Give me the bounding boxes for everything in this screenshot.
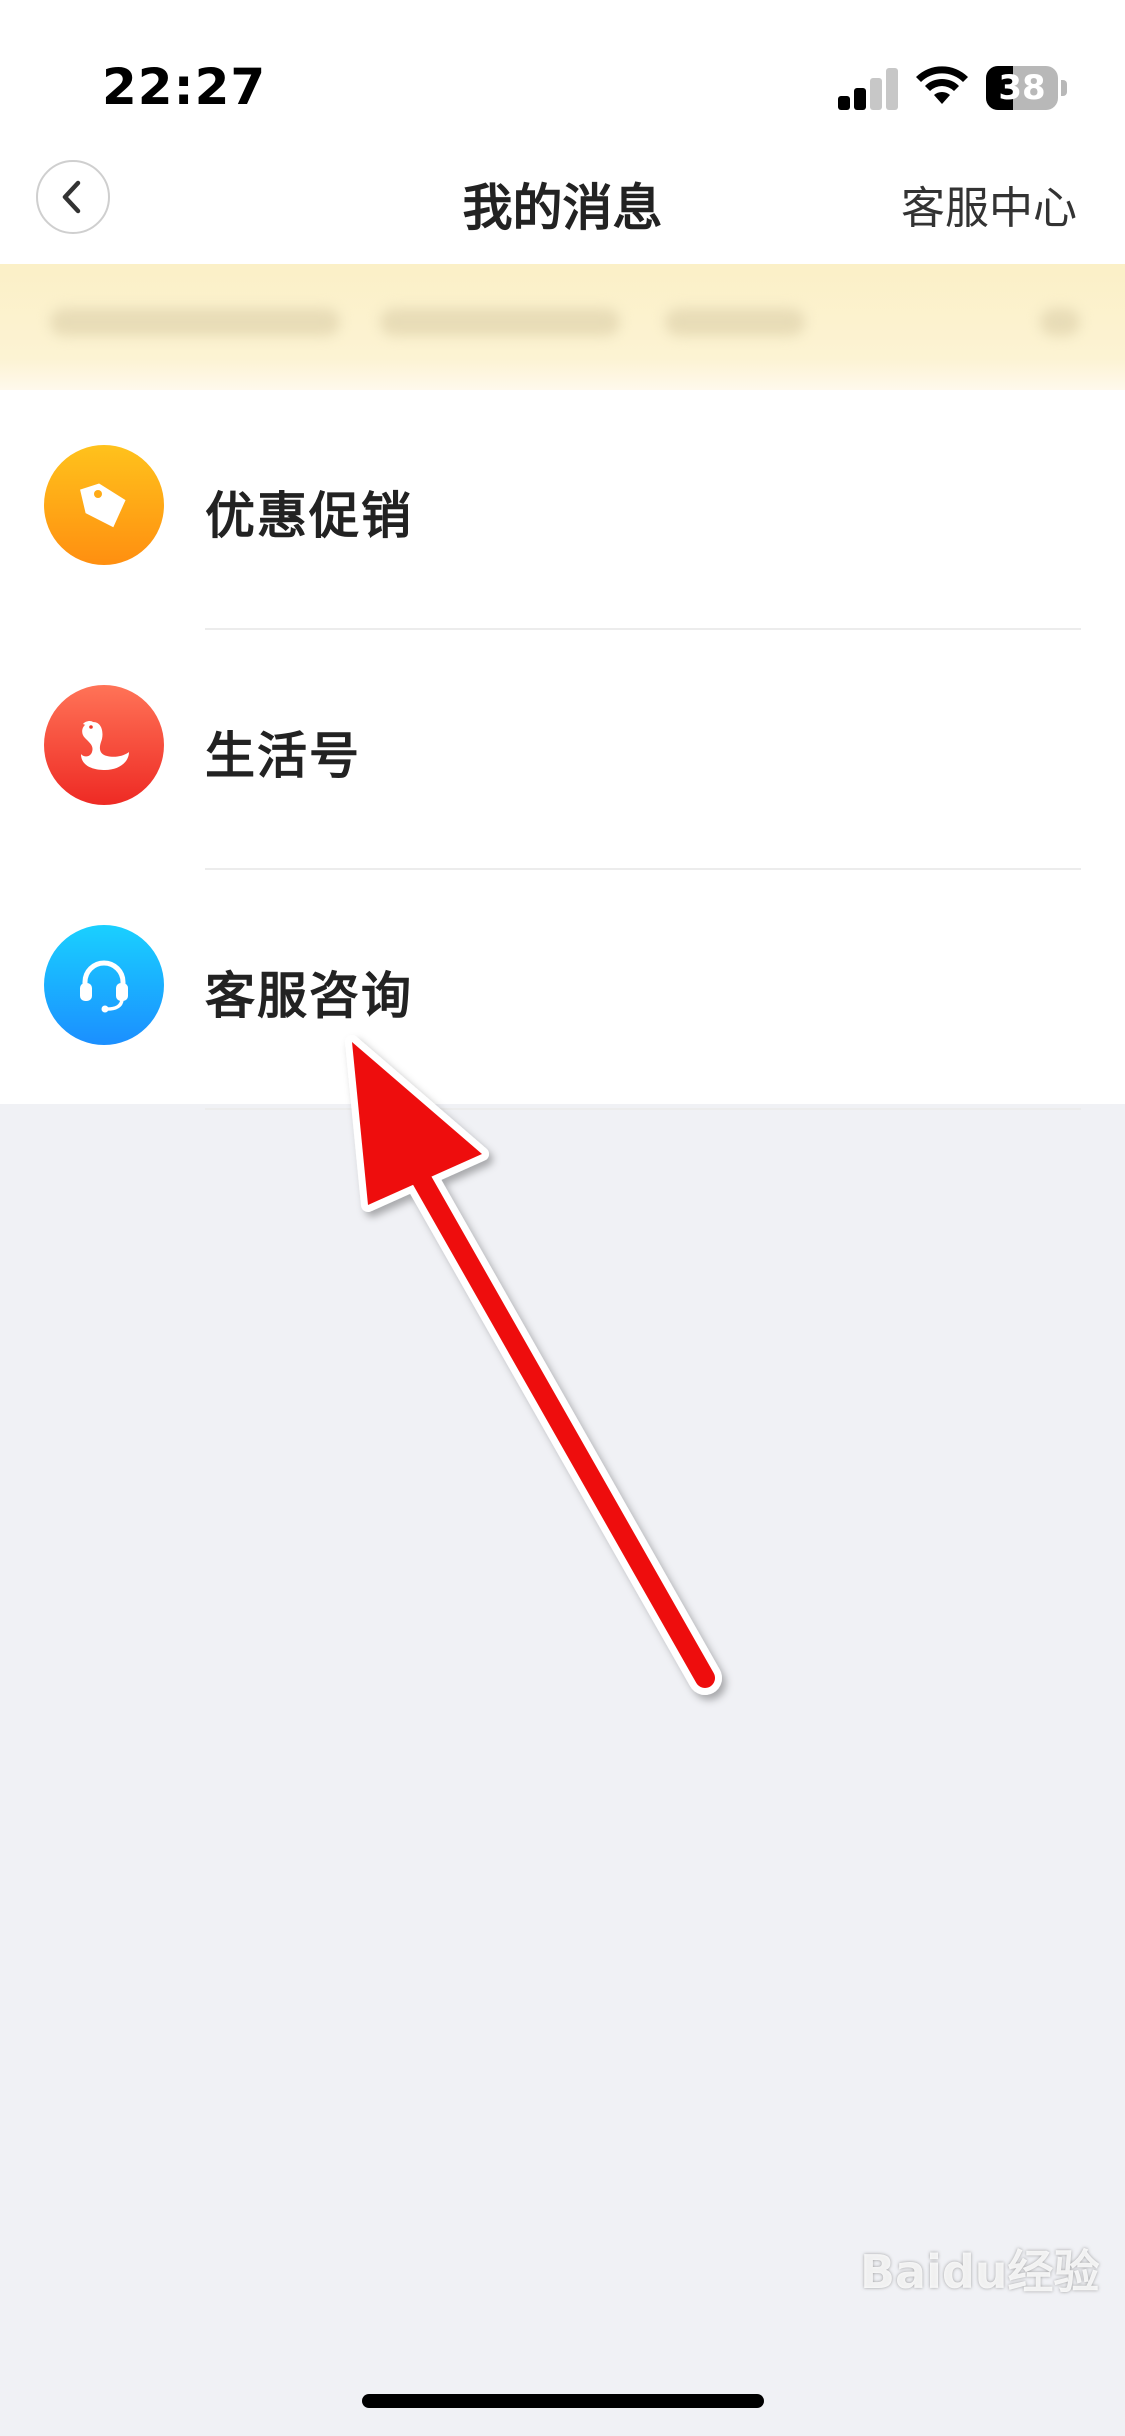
promotions-icon-circle <box>44 445 164 565</box>
message-category-list: 优惠促销 生活号 客服咨询 <box>0 390 1125 1110</box>
wifi-icon <box>916 66 968 104</box>
home-indicator[interactable] <box>362 2394 764 2408</box>
price-tag-icon <box>80 483 126 528</box>
list-item-life-account[interactable]: 生活号 <box>0 630 1125 870</box>
list-item-customer-service[interactable]: 客服咨询 <box>0 870 1125 1110</box>
list-item-label: 客服咨询 <box>205 967 413 1025</box>
watermark: Baidu经验 <box>860 2245 1100 2299</box>
status-time: 22:27 <box>102 58 267 116</box>
signal-strength-icon <box>838 66 900 110</box>
swan-icon <box>81 720 129 770</box>
customer-service-center-link[interactable]: 客服中心 <box>901 172 1077 236</box>
customer-service-icon-circle <box>44 925 164 1045</box>
status-bar: 22:27 38 <box>0 0 1125 150</box>
battery-level-text: 38 <box>998 68 1046 108</box>
nav-bar: 我的消息 客服中心 <box>0 150 1125 264</box>
life-account-icon-circle <box>44 685 164 805</box>
list-item-label: 优惠促销 <box>205 487 413 545</box>
battery-icon: 38 <box>986 66 1067 110</box>
notice-banner[interactable] <box>0 264 1125 390</box>
headset-icon <box>80 960 128 1013</box>
list-item-label: 生活号 <box>205 727 361 785</box>
divider <box>205 1108 1081 1110</box>
list-item-promotions[interactable]: 优惠促销 <box>0 390 1125 630</box>
